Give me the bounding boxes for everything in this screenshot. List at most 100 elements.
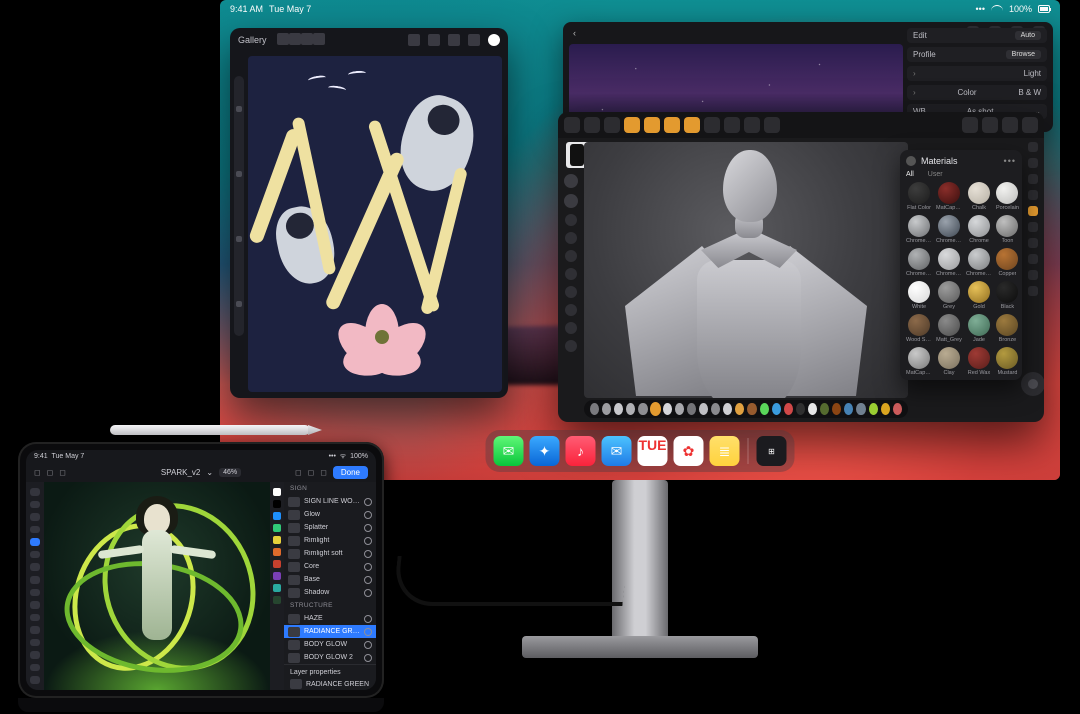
sculpt-brush-bar[interactable] — [584, 400, 908, 418]
material-item[interactable]: Chrome Br… — [966, 248, 992, 277]
visibility-toggle[interactable] — [364, 524, 372, 532]
sculpt-viewport[interactable] — [584, 142, 908, 398]
material-item[interactable]: Porcelain — [996, 182, 1019, 211]
layer-row[interactable]: BODY GLOW — [284, 638, 376, 651]
select-icon[interactable] — [289, 33, 301, 45]
sculpt-option-3[interactable] — [1028, 190, 1038, 200]
material-item[interactable]: Gold — [966, 281, 992, 310]
dock-app-calendar[interactable]: TUE7 — [638, 436, 668, 466]
more-icon[interactable]: ◻ — [308, 468, 315, 477]
material-item[interactable]: Chrome R… — [906, 215, 932, 244]
paint-icon[interactable] — [764, 117, 780, 133]
brush-preset[interactable] — [626, 403, 635, 415]
color-swatch[interactable] — [273, 524, 281, 532]
shape-tool[interactable] — [30, 626, 40, 634]
color-swatch[interactable] — [273, 536, 281, 544]
layers-icon[interactable] — [468, 34, 480, 46]
document-title[interactable]: SPARK_v2 — [161, 468, 200, 477]
sculpt-tool-1[interactable] — [564, 194, 578, 208]
dock-recent-launcher[interactable]: ⊞ — [757, 436, 787, 466]
color-swatch[interactable] — [273, 512, 281, 520]
brush-preset[interactable] — [590, 403, 599, 415]
color-icon[interactable] — [488, 34, 500, 46]
material-item[interactable]: Grey — [936, 281, 962, 310]
fx-icon[interactable] — [982, 117, 998, 133]
home-icon[interactable] — [564, 117, 580, 133]
brush-preset[interactable] — [675, 403, 684, 415]
nav-cube-icon[interactable] — [1021, 372, 1044, 396]
dock-app-mail[interactable]: ✉ — [602, 436, 632, 466]
camera-icon[interactable] — [604, 117, 620, 133]
brush-preset[interactable] — [699, 403, 708, 415]
brush-preset[interactable] — [856, 403, 865, 415]
visibility-toggle[interactable] — [364, 641, 372, 649]
zoom-tool[interactable] — [30, 676, 40, 684]
brush-preset[interactable] — [747, 403, 756, 415]
drawing-app-window[interactable]: Gallery — [230, 28, 508, 398]
layer-row[interactable]: Rimlight — [284, 534, 376, 547]
brush-preset[interactable] — [687, 403, 696, 415]
color-swatch[interactable] — [273, 488, 281, 496]
materials-more-icon[interactable]: ••• — [1004, 156, 1016, 166]
material-item[interactable]: Wood Satin — [906, 314, 932, 343]
visibility-toggle[interactable] — [364, 550, 372, 558]
brush-preset[interactable] — [893, 403, 902, 415]
ipad-canvas[interactable] — [44, 482, 270, 690]
brush-tool[interactable] — [30, 538, 40, 546]
brush-icon[interactable] — [408, 34, 420, 46]
sculpt-tool-6[interactable] — [565, 286, 577, 298]
smudge-tool[interactable] — [30, 601, 40, 609]
material-item[interactable]: Black — [996, 281, 1019, 310]
done-button[interactable]: Done — [333, 466, 368, 479]
adjust-icon[interactable] — [301, 33, 313, 45]
auto-button[interactable]: Auto — [1015, 31, 1041, 40]
brush-preset[interactable] — [869, 403, 878, 415]
dock-app-photos[interactable]: ✿ — [674, 436, 704, 466]
sculpt-option-5[interactable] — [1028, 222, 1038, 232]
material-item[interactable]: Chalk — [966, 182, 992, 211]
record-icon[interactable] — [962, 117, 978, 133]
sculpt-tool-2[interactable] — [565, 214, 577, 226]
layers-panel[interactable]: SIGN SIGN LINE WORKGlowSplatterRimlightR… — [284, 482, 376, 690]
scene-icon[interactable] — [644, 117, 660, 133]
brush-preset[interactable] — [651, 403, 660, 415]
material-item[interactable]: Matt_Grey — [936, 314, 962, 343]
visibility-toggle[interactable] — [364, 576, 372, 584]
materials-tab-user[interactable]: User — [928, 171, 943, 178]
dock-app-messages[interactable]: ✉ — [494, 436, 524, 466]
select-tool[interactable] — [30, 501, 40, 509]
gallery-button[interactable]: Gallery — [238, 35, 267, 45]
sculpt-option-6[interactable] — [1028, 238, 1038, 248]
layer-row[interactable]: Shadow — [284, 586, 376, 599]
visibility-toggle[interactable] — [364, 563, 372, 571]
redo-icon[interactable]: ◻ — [295, 468, 302, 477]
materials-tab-all[interactable]: All — [906, 171, 914, 178]
clone-tool[interactable] — [30, 589, 40, 597]
menu-icon[interactable]: ◻ — [47, 468, 54, 477]
material-item[interactable]: Chrome G… — [906, 248, 932, 277]
sculpt-tool-5[interactable] — [565, 268, 577, 280]
brush-preset[interactable] — [881, 403, 890, 415]
light-row[interactable]: › Light — [907, 66, 1047, 81]
fill-tool[interactable] — [30, 576, 40, 584]
visibility-toggle[interactable] — [364, 654, 372, 662]
visibility-toggle[interactable] — [364, 537, 372, 545]
layer-row[interactable]: BODY GLOW 2 — [284, 651, 376, 664]
sculpt-tool-3[interactable] — [565, 232, 577, 244]
sculpt-option-0[interactable] — [1028, 142, 1038, 152]
color-swatch[interactable] — [273, 584, 281, 592]
brush-preset[interactable] — [760, 403, 769, 415]
layers-icon[interactable] — [664, 117, 680, 133]
material-item[interactable]: Copper — [996, 248, 1019, 277]
brush-preset[interactable] — [638, 403, 647, 415]
sculpt-option-2[interactable] — [1028, 174, 1038, 184]
color-swatch[interactable] — [273, 596, 281, 604]
brush-preset[interactable] — [796, 403, 805, 415]
chevron-down-icon[interactable]: ⌄ — [206, 468, 213, 477]
layer-row[interactable]: SIGN LINE WORK — [284, 495, 376, 508]
layer-row[interactable]: HAZE — [284, 612, 376, 625]
sculpt-option-7[interactable] — [1028, 254, 1038, 264]
visibility-toggle[interactable] — [364, 628, 372, 636]
layer-row[interactable]: Rimlight soft — [284, 547, 376, 560]
drawing-canvas[interactable] — [248, 56, 502, 392]
